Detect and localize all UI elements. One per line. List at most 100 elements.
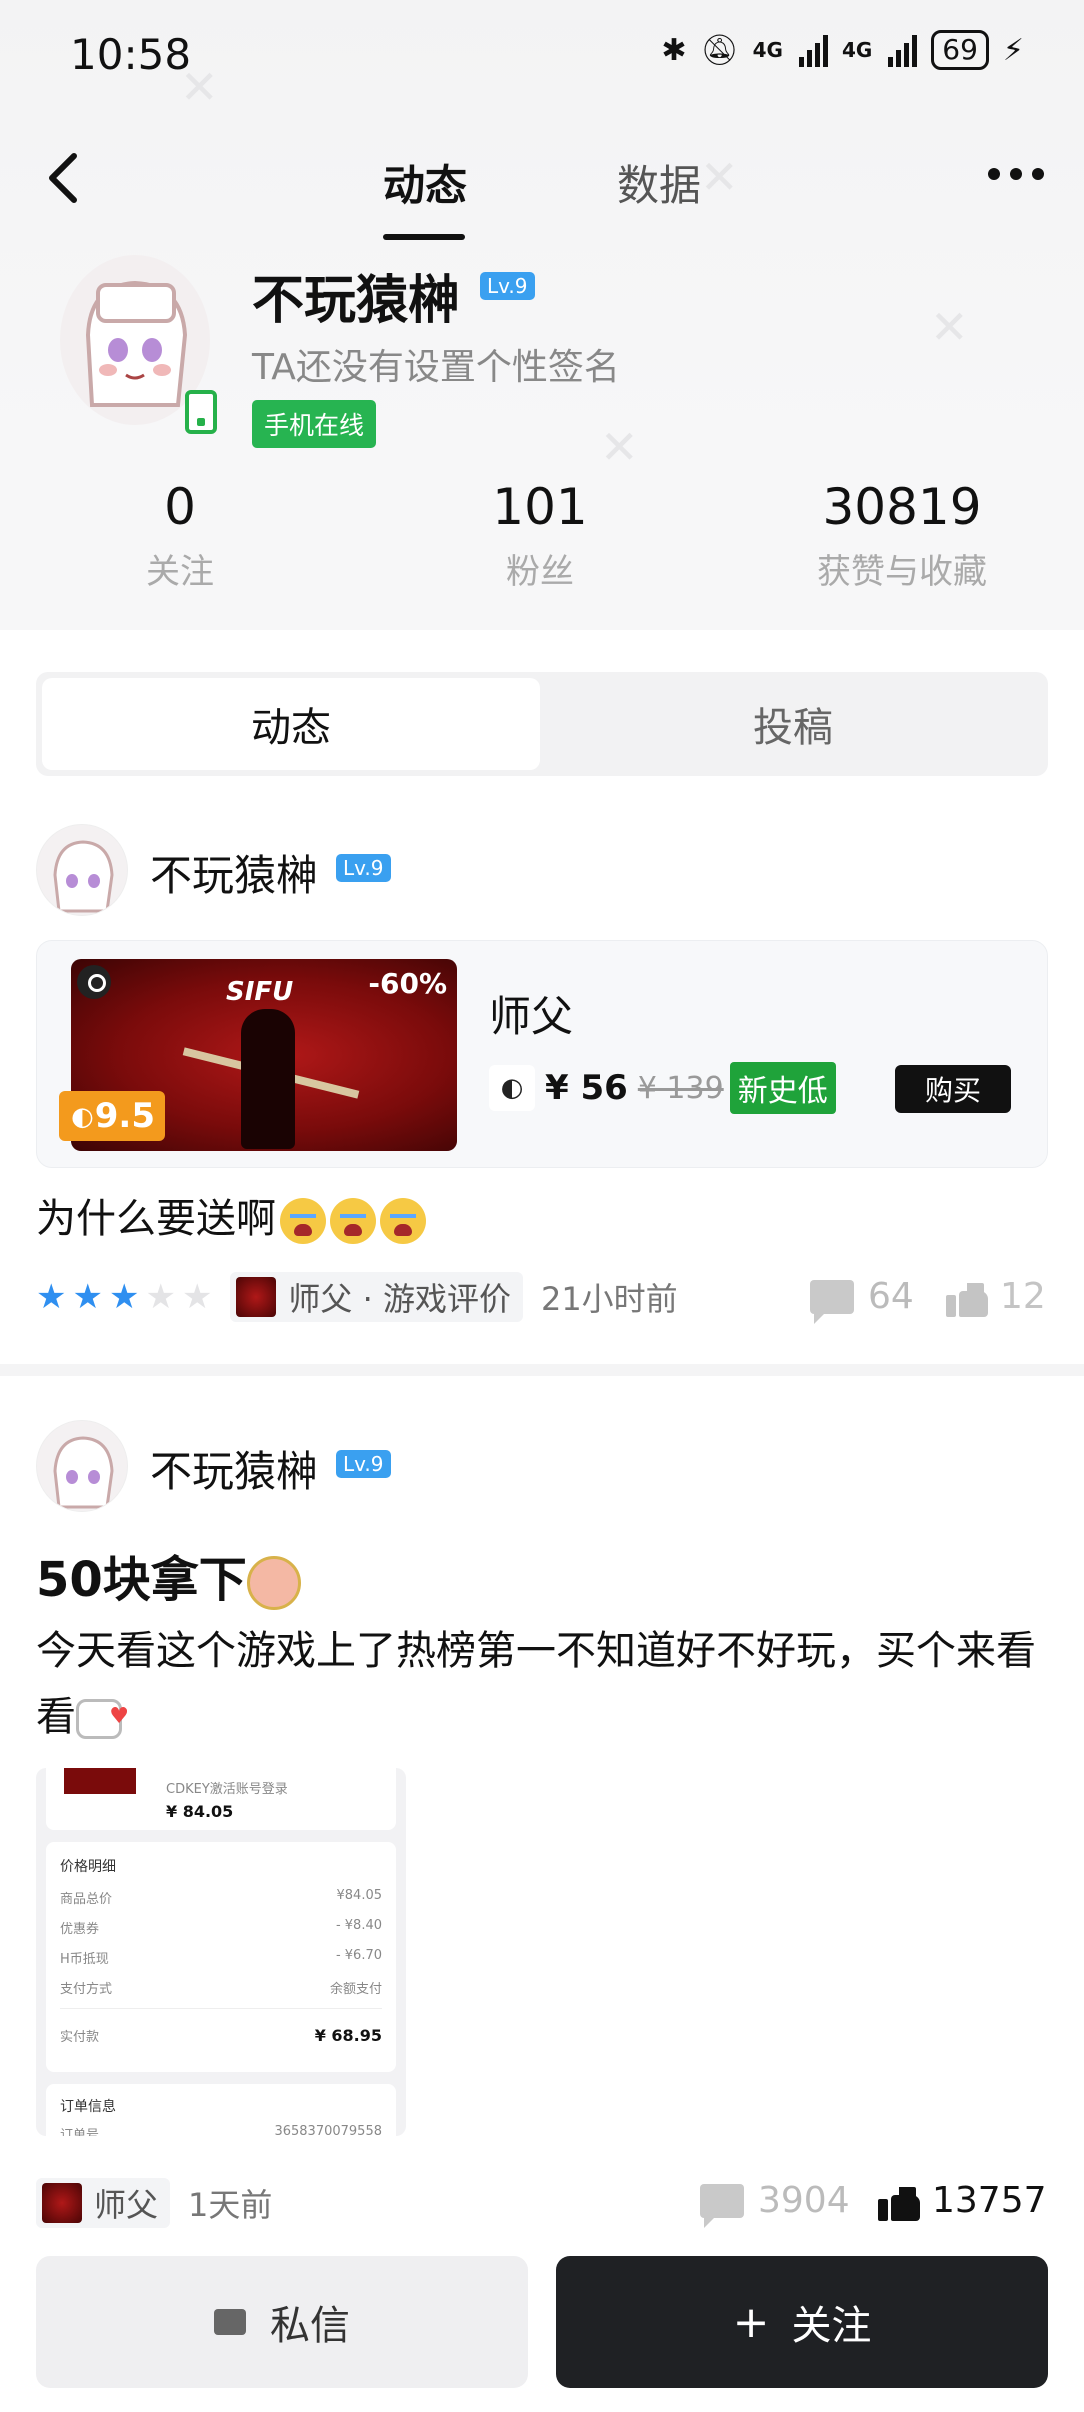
- post-headline: 50块拿下: [36, 1540, 301, 1610]
- tab-data[interactable]: 数据: [617, 152, 701, 213]
- content-segment-control: 动态 投稿: [36, 672, 1048, 776]
- like-count-value: 13757: [932, 2180, 1047, 2221]
- receipt-row-label: 支付方式: [60, 1982, 113, 1997]
- star-empty-icon: ★: [181, 1277, 213, 1317]
- receipt-game-thumbnail: [64, 1768, 136, 1794]
- star-filled-icon: ★: [72, 1277, 103, 1317]
- receipt-detail-card: 价格明细 商品总价 ¥84.05 优惠券 - ¥8.40 H币抵现 - ¥6.70 支…: [46, 1842, 396, 2072]
- receipt-row-label: 商品总价: [60, 1892, 113, 1907]
- segment-dynamics[interactable]: 动态: [42, 678, 540, 770]
- rating-stars: ★ ★ ★ ★ ★: [36, 1280, 212, 1314]
- stat-label: 获赞与收藏: [817, 552, 987, 592]
- game-title: 师父: [489, 992, 574, 1041]
- like-count[interactable]: 13757: [878, 2180, 1047, 2221]
- receipt-order-row: 订单号 3658370079558: [60, 2124, 382, 2136]
- avatar-illustration: [53, 840, 114, 913]
- tab-dynamics[interactable]: 动态: [383, 152, 467, 213]
- receipt-row-label: 优惠券: [60, 1922, 100, 1937]
- receipt-order-card: 订单信息 订单号 3658370079558: [46, 2084, 396, 2136]
- active-tab-indicator: [383, 234, 465, 240]
- signal-icon: [798, 33, 828, 67]
- follow-label: 关注: [791, 2303, 872, 2349]
- game-thumbnail: [42, 2183, 82, 2223]
- star-filled-icon: ★: [108, 1277, 140, 1317]
- tag-label: 师父 · 游戏评价: [288, 1280, 511, 1318]
- score-badge: ◐ 9.5: [59, 1091, 165, 1141]
- game-card[interactable]: SIFU -60% ◐ 9.5 师父 ◐ ¥ 56 ¥ 139 新史低 购买: [36, 940, 1048, 1168]
- price-row: ◐ ¥ 56 ¥ 139 新史低: [489, 1062, 836, 1114]
- battery-indicator: 69: [931, 30, 989, 70]
- private-message-label: 私信: [270, 2303, 350, 2349]
- receipt-row-value: 余额支付: [329, 1982, 382, 1997]
- phone-online-icon: [185, 390, 217, 434]
- receipt-price-value: ¥ 84.05: [166, 1802, 234, 1821]
- current-price: ¥ 56: [545, 1068, 628, 1108]
- status-icons: ✱ 🔕︎ 4G 4G 69 ⚡: [661, 30, 1024, 70]
- like-count-value: 12: [1000, 1276, 1046, 1317]
- comment-icon: [810, 1279, 854, 1324]
- post-author-name[interactable]: 不玩猿榊: [150, 842, 318, 903]
- network-type: 4G: [752, 38, 783, 62]
- back-arrow-icon[interactable]: [40, 148, 90, 208]
- receipt-paid-row: 实付款 ¥ 68.95: [60, 2026, 382, 2045]
- game-tag[interactable]: 师父: [36, 2178, 171, 2228]
- post-text-content: 为什么要送啊: [36, 1196, 276, 1242]
- cover-figure-shape: [241, 1009, 295, 1149]
- level-badge: Lv.9: [336, 854, 391, 882]
- steam-icon: [77, 965, 111, 999]
- crying-emoji-icon: [280, 1198, 326, 1244]
- receipt-paid-label: 实付款: [60, 2030, 100, 2045]
- receipt-price-top: ¥ 84.05: [166, 1802, 382, 1821]
- thumbs-up-icon: [946, 1277, 988, 1317]
- level-badge: Lv.9: [336, 1450, 391, 1478]
- post-image-receipt[interactable]: CDKEY激活账号登录 ¥ 84.05 价格明细 商品总价 ¥84.05 优惠券 -…: [36, 1768, 406, 2136]
- more-options-icon[interactable]: [988, 168, 1044, 180]
- thumbs-up-icon: [878, 2181, 920, 2221]
- receipt-row: 优惠券 - ¥8.40: [60, 1918, 382, 1937]
- receipt-order-head-text: 订单信息: [60, 2099, 116, 2115]
- receipt-row: 商品总价 ¥84.05: [60, 1888, 382, 1907]
- level-badge: Lv.9: [480, 272, 535, 300]
- historical-low-badge: 新史低: [729, 1062, 836, 1114]
- game-review-tag[interactable]: 师父 · 游戏评价: [230, 1272, 523, 1322]
- background-pattern-icon: ✕: [930, 300, 969, 354]
- mute-bell-icon: 🔕︎: [700, 32, 739, 68]
- stat-fans[interactable]: 101 粉丝: [390, 478, 690, 593]
- segment-submissions[interactable]: 投稿: [544, 678, 1042, 770]
- network-type: 4G: [841, 38, 873, 62]
- post-author-avatar[interactable]: [36, 1420, 128, 1512]
- crying-emoji-icon: [380, 1198, 426, 1244]
- score-value: 9.5: [94, 1096, 155, 1136]
- star-empty-icon: ★: [145, 1277, 176, 1317]
- stat-label: 关注: [146, 552, 214, 592]
- follow-button[interactable]: + 关注: [556, 2256, 1048, 2388]
- monkey-emoji-icon: [246, 1556, 301, 1610]
- post-time: 1天前: [188, 2186, 273, 2224]
- stat-likes-favorites[interactable]: 30819 获赞与收藏: [752, 478, 1052, 593]
- profile-signature: TA还没有设置个性签名: [252, 347, 620, 388]
- post-author-avatar[interactable]: [36, 824, 128, 916]
- comment-count-value: 3904: [758, 2180, 850, 2221]
- receipt-order-head: 订单信息: [60, 2096, 382, 2116]
- plus-icon: +: [732, 2296, 770, 2348]
- buy-button[interactable]: 购买: [895, 1065, 1011, 1113]
- receipt-row: 支付方式 余额支付: [60, 1978, 382, 1997]
- like-count[interactable]: 12: [946, 1276, 1046, 1317]
- post-author-name[interactable]: 不玩猿榊: [150, 1438, 318, 1499]
- status-bar: 10:58 ✱ 🔕︎ 4G 4G 69 ⚡: [0, 0, 1084, 115]
- bottom-action-bar: 私信 + 关注: [0, 2240, 1084, 2412]
- chat-bubble-icon: [214, 2309, 246, 2335]
- signal-icon: [888, 33, 918, 67]
- comment-count[interactable]: 64: [810, 1276, 914, 1324]
- cover-game-logo: SIFU: [226, 977, 294, 1007]
- stat-value: 30819: [822, 478, 982, 536]
- profile-name: 不玩猿榊: [252, 271, 461, 331]
- post-body: 今天看这个游戏上了热榜第一不知道好不好玩，买个来看看: [36, 1618, 1056, 1750]
- platform-logo-icon: ◐: [489, 1065, 535, 1111]
- private-message-button[interactable]: 私信: [36, 2256, 528, 2388]
- stat-following[interactable]: 0 关注: [30, 478, 330, 593]
- comment-count[interactable]: 3904: [700, 2180, 850, 2228]
- star-filled-icon: ★: [36, 1277, 67, 1317]
- receipt-detail-head-text: 价格明细: [60, 1859, 116, 1875]
- stat-label: 粉丝: [506, 552, 574, 592]
